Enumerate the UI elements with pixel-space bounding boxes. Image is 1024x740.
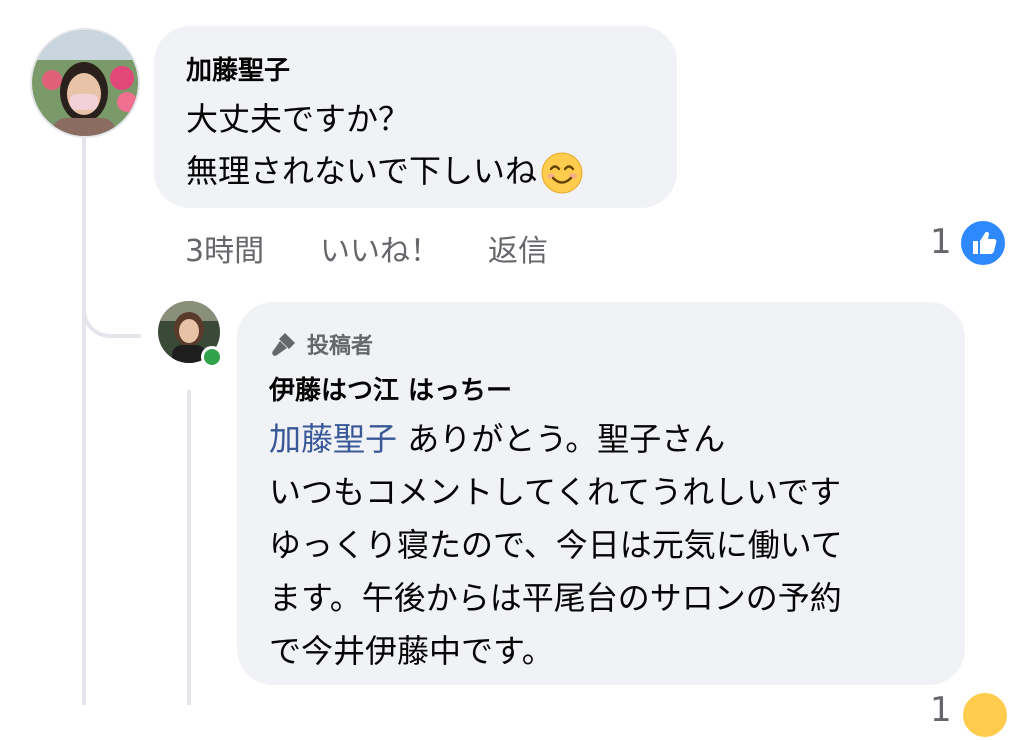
mention-link[interactable]: 加藤聖子 [269, 420, 397, 458]
smile-emoji-icon [541, 152, 583, 194]
author-badge-label: 投稿者 [307, 334, 374, 359]
like-button[interactable]: いいね！ [320, 226, 440, 270]
thread-line-branch [82, 290, 141, 338]
reply-reaction-count[interactable]: 1 [930, 690, 952, 730]
thread-line-reply [187, 390, 191, 705]
thread-line-main [82, 135, 86, 705]
comment-text-line-1: 大丈夫ですか？ [186, 100, 411, 138]
comment-text-line-2: 無理されないで下しいね [186, 146, 583, 194]
reply-text-line-1-rest: ありがとう。聖子さん [397, 420, 726, 458]
comment-bubble: 加藤聖子 大丈夫ですか？ 無理されないで下しいね [154, 26, 677, 208]
reply-author[interactable]: 伊藤はつ江 はっちー [269, 370, 512, 407]
avatar-commenter[interactable] [30, 28, 140, 138]
online-status-indicator [201, 346, 223, 368]
reply-text-line-3: ゆっくり寝たので、今日は元気に働いて [269, 526, 843, 564]
microphone-icon [269, 329, 299, 359]
author-badge: 投稿者 [269, 328, 373, 360]
reply-text-line-2: いつもコメントしてくれてうれしいです [269, 473, 842, 511]
reply-text-line-5: で今井伊藤中です。 [269, 632, 554, 670]
comment-timestamp[interactable]: 3時間 [185, 226, 264, 270]
reply-bubble: 投稿者 伊藤はつ江 はっちー 加藤聖子 ありがとう。聖子さん いつもコメントして… [237, 302, 965, 685]
comment-author[interactable]: 加藤聖子 [186, 50, 290, 87]
reply-text-line-1: 加藤聖子 ありがとう。聖子さん [269, 414, 725, 460]
like-reaction-icon[interactable] [958, 218, 1008, 268]
comment-text-line-2-text: 無理されないで下しいね [186, 152, 538, 190]
reply-button[interactable]: 返信 [488, 226, 548, 270]
reply-reaction-emoji-icon[interactable] [960, 690, 1010, 740]
reply-text-line-4: ます。午後からは平尾台のサロンの予約 [269, 579, 842, 617]
avatar-photo [32, 30, 138, 136]
reaction-count[interactable]: 1 [930, 222, 952, 262]
